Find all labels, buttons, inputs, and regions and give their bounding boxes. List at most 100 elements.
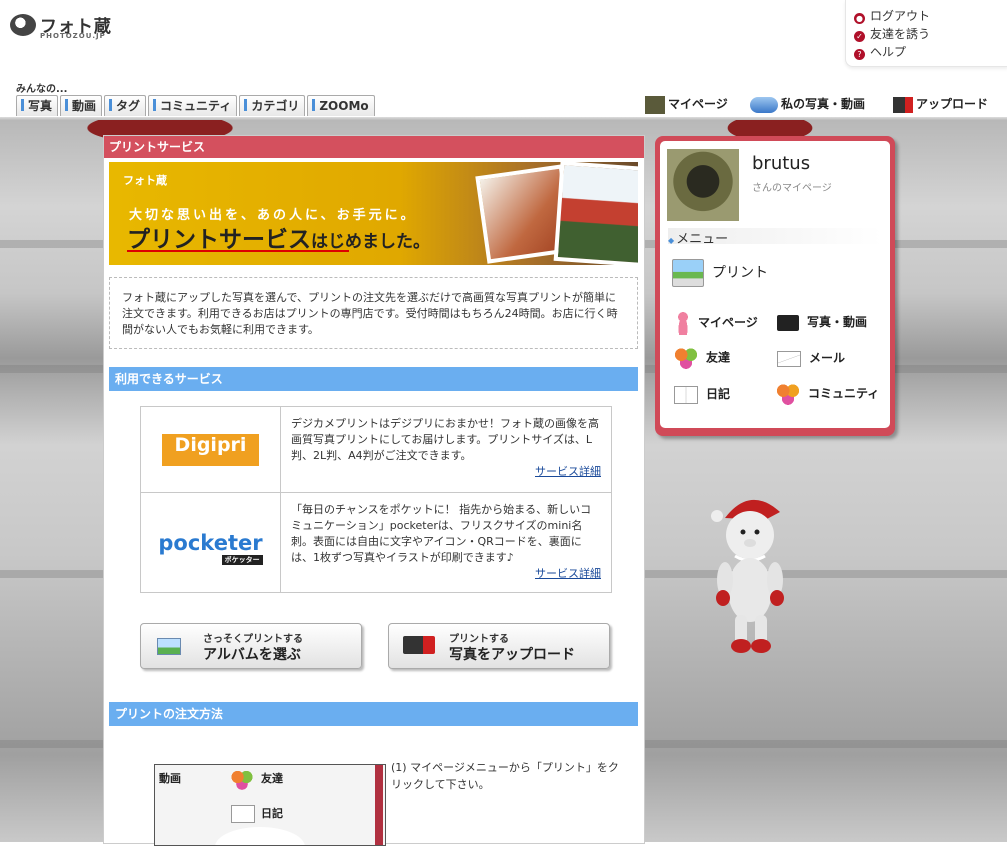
upload-photo-large: 写真をアップロード	[449, 647, 575, 663]
site-header: フォト蔵 PHOTOZOU.JP ● ログアウト ✓ 友達を誘う ? ヘルプ みんなの…	[0, 0, 1007, 120]
nav-my-photos-label: 私の写真・動画	[781, 97, 866, 111]
tab-category[interactable]: カテゴリ	[239, 95, 306, 116]
menu-print-label: プリント	[712, 265, 768, 281]
nav-my-photos[interactable]: 私の写真・動画	[750, 95, 865, 115]
mypage-icon	[676, 311, 690, 335]
pocketer-logo-cell: pocketer ポケッター	[140, 492, 281, 593]
tab-label: ZOOMo	[319, 99, 369, 113]
pocketer-logo-text: pocketer	[158, 530, 263, 555]
menu-mypage-label: マイページ	[698, 315, 758, 330]
header-divider	[0, 117, 1007, 120]
nav-upload-label: アップロード	[916, 97, 989, 111]
everyone-label: みんなの...	[16, 84, 68, 95]
photozou-logo-icon	[10, 13, 36, 36]
pocketer-logo-sub: ポケッター	[221, 554, 263, 565]
digipri-details-link[interactable]: サービス詳細	[291, 464, 601, 480]
invite-icon: ✓	[854, 31, 865, 42]
services-heading: 利用できるサービス	[109, 367, 638, 391]
banner-photo	[553, 162, 638, 265]
tab-label: タグ	[116, 99, 141, 113]
tab-tags[interactable]: タグ	[104, 95, 147, 116]
menu-mypage[interactable]: マイページ	[676, 311, 758, 335]
tab-community[interactable]: コミュニティ	[148, 95, 238, 116]
menu-friends[interactable]: 友達	[674, 347, 730, 369]
select-album-large: アルバムを選ぶ	[203, 647, 301, 663]
menu-community[interactable]: コミュニティ	[776, 383, 879, 405]
global-tabs: 写真 動画 タグ コミュニティ カテゴリ ZOOMo	[16, 95, 377, 116]
pocketer-details-link[interactable]: サービス詳細	[291, 566, 601, 582]
invite-label: 友達を誘う	[870, 27, 931, 41]
username: brutus	[752, 153, 811, 174]
menu-diary[interactable]: 日記	[674, 385, 730, 404]
menu-community-label: コミュニティ	[808, 386, 880, 401]
help-icon: ?	[854, 49, 865, 60]
site-logo[interactable]: フォト蔵 PHOTOZOU.JP	[10, 12, 112, 40]
highlight-glow	[215, 827, 305, 845]
screenshot-label: 友達	[261, 772, 283, 785]
pocketer-logo[interactable]: pocketer ポケッター	[158, 530, 263, 565]
profile-panel-inner: brutus さんのマイページ ◆ メニュー プリント マイページ 写真・動画 友…	[660, 141, 890, 428]
banner-headline: プリントサービスはじめました。	[127, 220, 430, 254]
digipri-logo[interactable]: Digipri	[162, 433, 259, 466]
step1-screenshot: 動画 友達 日記	[154, 764, 386, 846]
photos-icon	[750, 96, 778, 113]
upload-photo-button[interactable]: プリントする 写真をアップロード	[388, 623, 610, 669]
tab-videos[interactable]: 動画	[60, 95, 103, 116]
teddy-bear-image	[711, 499, 784, 653]
dog-avatar-icon	[645, 95, 665, 114]
select-album-small: さっそくプリントする	[203, 634, 303, 645]
menu-mail[interactable]: メール	[777, 349, 845, 367]
pocketer-description-cell: 「毎日のチャンスをポケットに！ 指先から始まる、新しいコミュニケーション」poc…	[280, 492, 612, 593]
nav-upload[interactable]: アップロード	[893, 95, 988, 115]
digipri-description: デジカメプリントはデジプリにおまかせ！フォト蔵の画像を高画質写真プリントにしてお…	[291, 417, 599, 462]
pocketer-description: 「毎日のチャンスをポケットに！ 指先から始まる、新しいコミュニケーション」poc…	[291, 503, 592, 564]
intro-text: フォト蔵にアップした写真を選んで、プリントの注文先を選ぶだけで高画質な写真プリン…	[109, 277, 638, 349]
tab-bar-icon	[21, 99, 24, 111]
tab-label: カテゴリ	[251, 99, 300, 113]
help-link[interactable]: ? ヘルプ	[854, 43, 907, 60]
menu-friends-label: 友達	[706, 350, 731, 365]
logout-link[interactable]: ● ログアウト	[854, 7, 930, 24]
service-row-pocketer: pocketer ポケッター 「毎日のチャンスをポケットに！ 指先から始まる、新し…	[140, 492, 612, 593]
menu-photos-videos[interactable]: 写真・動画	[777, 313, 867, 331]
mail-icon	[777, 350, 801, 367]
screenshot-label: 動画	[159, 772, 181, 785]
tab-label: 動画	[72, 99, 97, 113]
upload-camera-icon	[403, 636, 435, 654]
tab-bar-icon	[244, 99, 248, 111]
menu-photos-label: 写真・動画	[807, 315, 868, 329]
menu-print[interactable]: プリント	[672, 259, 768, 287]
diamond-icon: ◆	[668, 236, 675, 245]
invite-friends-link[interactable]: ✓ 友達を誘う	[854, 25, 931, 42]
upload-photo-small: プリントする	[449, 634, 509, 645]
print-service-title: プリントサービス	[104, 136, 644, 158]
user-menu: ● ログアウト ✓ 友達を誘う ? ヘルプ	[845, 0, 1007, 67]
step1-text: (1) マイページメニューから「プリント」をクリックして下さい。	[391, 761, 619, 791]
tab-zoomo[interactable]: ZOOMo	[307, 95, 375, 116]
menu-mail-label: メール	[809, 351, 846, 365]
camera-icon	[777, 314, 799, 331]
digipri-description-cell: デジカメプリントはデジプリにおまかせ！フォト蔵の画像を高画質写真プリントにしてお…	[280, 406, 612, 493]
print-service-banner[interactable]: フォト蔵 大切な思い出を、あの人に、お手元に。 プリントサービスはじめました。	[109, 162, 638, 265]
screenshot-label: 日記	[261, 807, 283, 820]
diary-icon	[231, 805, 255, 823]
mypage-subtitle: さんのマイページ	[752, 183, 832, 194]
menu-heading: ◆ メニュー	[668, 228, 882, 247]
tab-bar-icon	[153, 99, 157, 111]
nav-mypage[interactable]: マイページ	[645, 95, 728, 115]
help-label: ヘルプ	[870, 45, 907, 59]
digipri-logo-cell: Digipri	[140, 406, 281, 493]
service-row-digipri: Digipri デジカメプリントはデジプリにおまかせ！フォト蔵の画像を高画質写真…	[140, 406, 612, 493]
friends-icon	[674, 347, 698, 369]
tab-bar-icon	[312, 99, 316, 111]
user-avatar[interactable]	[667, 149, 739, 221]
tab-label: コミュニティ	[160, 99, 232, 113]
logout-icon: ●	[854, 13, 865, 24]
album-image-icon	[157, 638, 181, 655]
friends-icon	[231, 770, 253, 790]
tab-bar-icon	[65, 99, 69, 111]
community-icon	[776, 383, 800, 405]
tab-photos[interactable]: 写真	[16, 95, 59, 116]
tab-bar-icon	[109, 99, 113, 111]
select-album-button[interactable]: さっそくプリントする アルバムを選ぶ	[140, 623, 362, 669]
